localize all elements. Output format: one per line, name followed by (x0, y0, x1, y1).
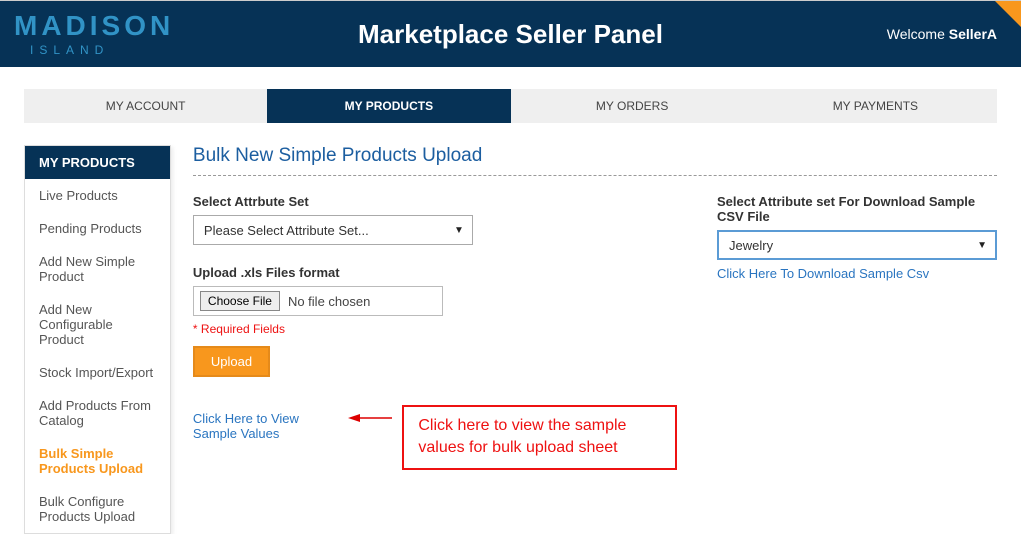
attr-set-select[interactable]: Please Select Attribute Set... ▼ (193, 215, 473, 245)
primary-tabs: MY ACCOUNT MY PRODUCTS MY ORDERS MY PAYM… (24, 89, 997, 123)
sidebar-header: MY PRODUCTS (25, 146, 170, 179)
sidebar-item-add-from-catalog[interactable]: Add Products From Catalog (25, 389, 170, 437)
page-title: Bulk New Simple Products Upload (193, 145, 997, 176)
required-fields-text: * Required Fields (193, 322, 677, 336)
sidebar-item-bulk-simple-upload[interactable]: Bulk Simple Products Upload (25, 437, 170, 485)
page-main-title: Marketplace Seller Panel (134, 19, 887, 50)
attr-set-value: Please Select Attribute Set... (204, 223, 369, 238)
welcome-text: Welcome SellerA (887, 26, 997, 42)
tab-my-payments[interactable]: MY PAYMENTS (754, 89, 997, 123)
sidebar-item-bulk-configure-upload[interactable]: Bulk Configure Products Upload (25, 485, 170, 533)
welcome-username: SellerA (949, 26, 997, 42)
attr-set-label: Select Attrbute Set (193, 194, 677, 209)
annotation-arrow-icon (348, 411, 392, 425)
corner-accent (995, 1, 1021, 27)
file-input-wrapper: Choose File No file chosen (193, 286, 443, 316)
upload-button[interactable]: Upload (193, 346, 270, 377)
chevron-down-icon: ▼ (454, 225, 464, 236)
welcome-prefix: Welcome (887, 26, 949, 42)
sample-csv-value: Jewelry (729, 238, 773, 253)
annotation-text: Click here to view the sample values for… (418, 417, 626, 456)
sidebar: MY PRODUCTS Live Products Pending Produc… (24, 145, 171, 534)
sidebar-item-add-simple[interactable]: Add New Simple Product (25, 245, 170, 293)
header-bar: MADISON ISLAND Marketplace Seller Panel … (0, 1, 1021, 67)
chevron-down-icon: ▼ (977, 240, 987, 251)
sidebar-item-stock-import-export[interactable]: Stock Import/Export (25, 356, 170, 389)
sidebar-item-pending-products[interactable]: Pending Products (25, 212, 170, 245)
upload-label: Upload .xls Files format (193, 265, 677, 280)
tab-my-products[interactable]: MY PRODUCTS (267, 89, 510, 123)
tab-my-account[interactable]: MY ACCOUNT (24, 89, 267, 123)
sidebar-item-add-configurable[interactable]: Add New Configurable Product (25, 293, 170, 356)
sidebar-item-live-products[interactable]: Live Products (25, 179, 170, 212)
tab-my-orders[interactable]: MY ORDERS (511, 89, 754, 123)
view-sample-values-link[interactable]: Click Here to View Sample Values (193, 411, 338, 441)
file-status-text: No file chosen (288, 294, 370, 309)
annotation-box: Click here to view the sample values for… (402, 405, 677, 470)
main-content: Bulk New Simple Products Upload Select A… (193, 145, 997, 470)
sample-csv-select[interactable]: Jewelry ▼ (717, 230, 997, 260)
download-sample-csv-link[interactable]: Click Here To Download Sample Csv (717, 266, 929, 281)
choose-file-button[interactable]: Choose File (200, 291, 280, 311)
sample-csv-label: Select Attribute set For Download Sample… (717, 194, 997, 224)
